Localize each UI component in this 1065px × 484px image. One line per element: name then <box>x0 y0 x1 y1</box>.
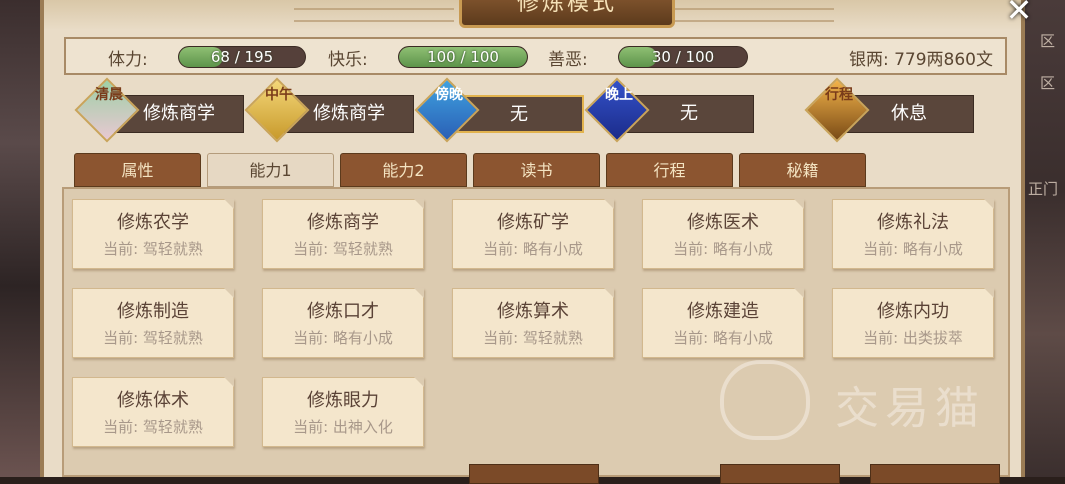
tab-attributes[interactable]: 属性 <box>74 153 201 187</box>
close-button[interactable]: ✕ <box>999 0 1039 28</box>
card-title: 修炼农学 <box>117 212 189 233</box>
training-card[interactable]: 修炼内功 当前: 出类拔萃 <box>832 288 994 358</box>
side-label: 正门 <box>1028 180 1059 198</box>
watermark: 交易猫 <box>720 360 1040 450</box>
money-display: 银两: 779两860文 <box>848 50 993 70</box>
bottom-button[interactable] <box>469 464 599 484</box>
training-card[interactable]: 修炼口才 当前: 略有小成 <box>262 288 424 358</box>
training-card[interactable]: 修炼眼力 当前: 出神入化 <box>262 377 424 447</box>
schedule-slot-noon[interactable]: 修炼商学 中午 <box>244 77 419 143</box>
slot-badge-label: 行程 <box>825 87 853 103</box>
training-card[interactable]: 修炼农学 当前: 驾轻就熟 <box>72 199 234 269</box>
slot-badge-label: 清晨 <box>95 87 123 103</box>
card-title: 修炼眼力 <box>307 390 379 411</box>
schedule-slot-dusk[interactable]: 无 傍晚 <box>414 77 589 143</box>
tab-ability2[interactable]: 能力2 <box>340 153 467 187</box>
card-title: 修炼体术 <box>117 390 189 411</box>
morality-label: 善恶: <box>548 50 588 70</box>
card-status: 当前: 驾轻就熟 <box>103 329 203 347</box>
tab-reading[interactable]: 读书 <box>473 153 600 187</box>
bottom-button[interactable] <box>720 464 840 484</box>
card-title: 修炼内功 <box>877 301 949 322</box>
card-status: 当前: 略有小成 <box>673 240 773 258</box>
slot-badge-label: 晚上 <box>605 87 633 103</box>
side-label: 区 <box>1040 32 1056 50</box>
page-title: 修炼模式 <box>459 0 675 28</box>
card-status: 当前: 驾轻就熟 <box>293 240 393 258</box>
tab-itinerary[interactable]: 行程 <box>606 153 733 187</box>
training-card[interactable]: 修炼建造 当前: 略有小成 <box>642 288 804 358</box>
card-status: 当前: 驾轻就熟 <box>103 418 203 436</box>
slot-badge-label: 中午 <box>265 87 293 103</box>
close-icon: ✕ <box>1005 0 1033 29</box>
happiness-value: 100 / 100 <box>427 48 499 66</box>
schedule-slot-itinerary[interactable]: 休息 行程 <box>804 77 979 143</box>
training-card[interactable]: 修炼算术 当前: 驾轻就熟 <box>452 288 614 358</box>
card-title: 修炼矿学 <box>497 212 569 233</box>
card-status: 当前: 略有小成 <box>673 329 773 347</box>
stamina-label: 体力: <box>108 50 148 70</box>
card-status: 当前: 略有小成 <box>483 240 583 258</box>
morality-value: 30 / 100 <box>651 48 715 66</box>
card-title: 修炼算术 <box>497 301 569 322</box>
card-status: 当前: 略有小成 <box>293 329 393 347</box>
happiness-label: 快乐: <box>328 50 368 70</box>
training-card[interactable]: 修炼礼法 当前: 略有小成 <box>832 199 994 269</box>
happiness-bar: 100 / 100 <box>398 46 528 68</box>
schedule-slot-morning[interactable]: 修炼商学 清晨 <box>74 77 249 143</box>
tab-ability1[interactable]: 能力1 <box>207 153 334 187</box>
card-status: 当前: 略有小成 <box>863 240 963 258</box>
card-title: 修炼礼法 <box>877 212 949 233</box>
card-title: 修炼建造 <box>687 301 759 322</box>
training-card[interactable]: 修炼医术 当前: 略有小成 <box>642 199 804 269</box>
morality-bar: 30 / 100 <box>618 46 748 68</box>
card-title: 修炼医术 <box>687 212 759 233</box>
watermark-text: 交易猫 <box>835 383 985 434</box>
card-status: 当前: 出神入化 <box>293 418 393 436</box>
header-ornament-left <box>294 8 454 22</box>
bottom-button[interactable] <box>870 464 1000 484</box>
training-card[interactable]: 修炼商学 当前: 驾轻就熟 <box>262 199 424 269</box>
cat-logo-icon <box>720 360 810 440</box>
slot-badge-label: 傍晚 <box>435 87 463 103</box>
card-title: 修炼商学 <box>307 212 379 233</box>
header-ornament-right <box>674 8 834 22</box>
tab-secret-manuals[interactable]: 秘籍 <box>739 153 866 187</box>
card-status: 当前: 驾轻就熟 <box>483 329 583 347</box>
card-title: 修炼制造 <box>117 301 189 322</box>
card-status: 当前: 出类拔萃 <box>863 329 963 347</box>
card-status: 当前: 驾轻就熟 <box>103 240 203 258</box>
schedule-slot-night[interactable]: 无 晚上 <box>584 77 759 143</box>
training-card[interactable]: 修炼体术 当前: 驾轻就熟 <box>72 377 234 447</box>
stamina-bar: 68 / 195 <box>178 46 306 68</box>
training-card[interactable]: 修炼制造 当前: 驾轻就熟 <box>72 288 234 358</box>
side-label: 区 <box>1040 74 1056 92</box>
stats-bar: 体力: 68 / 195 快乐: 100 / 100 善恶: 30 / 100 … <box>64 37 1007 75</box>
card-title: 修炼口才 <box>307 301 379 322</box>
stamina-value: 68 / 195 <box>210 48 274 66</box>
training-card[interactable]: 修炼矿学 当前: 略有小成 <box>452 199 614 269</box>
